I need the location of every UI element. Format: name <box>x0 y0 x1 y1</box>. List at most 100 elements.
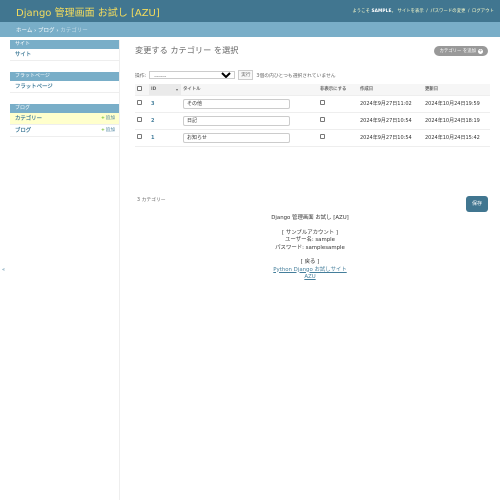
sidebar-item-blogs[interactable]: ブログ +追加 <box>10 125 119 137</box>
sidebar-item-label[interactable]: フラットページ <box>15 81 53 92</box>
row-created: 2024年9月27日10:54 <box>358 112 423 130</box>
row-title-cell: 日記 <box>181 112 318 130</box>
module-header-blog[interactable]: ブログ <box>10 104 119 113</box>
row-title-cell: お知らせ <box>181 129 318 147</box>
breadcrumb: ホーム › ブログ › カテゴリー <box>0 22 500 37</box>
table-row: 3 その他 2024年9月27日11:02 2024年10月24日19:59 <box>135 95 490 113</box>
row-created: 2024年9月27日10:54 <box>358 129 423 147</box>
breadcrumb-app[interactable]: ブログ <box>38 28 55 34</box>
add-blog-link[interactable]: +追加 <box>101 125 115 136</box>
result-count: 3 カテゴリー <box>137 198 166 203</box>
column-header-updated[interactable]: 更新日 <box>423 84 490 96</box>
add-category-button[interactable]: カテゴリー を追加 + <box>434 46 488 56</box>
add-button-label: カテゴリー を追加 <box>439 49 476 54</box>
footer-title: Django 管理画面 お試し [AZU] <box>271 215 349 221</box>
module-header-sites[interactable]: サイト <box>10 40 119 49</box>
sidebar-item-categories[interactable]: カテゴリー +追加 <box>10 113 119 125</box>
username: SAMPLE <box>371 9 392 14</box>
separator: / <box>426 9 428 14</box>
sidebar-item-label[interactable]: ブログ <box>15 125 31 136</box>
hidden-checkbox[interactable] <box>320 117 325 122</box>
row-checkbox[interactable] <box>137 134 142 139</box>
site-branding[interactable]: Django 管理画面 お試し [AZU] <box>16 4 160 19</box>
footer-link-azu[interactable]: AZU <box>304 274 315 280</box>
row-checkbox[interactable] <box>137 117 142 122</box>
table-header-row: ID ▾ タイトル 非表示にする 作成日 更新日 <box>135 84 490 96</box>
separator: / <box>467 9 470 14</box>
footer-back: [ 戻る ] <box>300 259 320 265</box>
welcome-text: ようこそ <box>352 9 370 14</box>
row-hidden-cell <box>318 112 358 130</box>
breadcrumb-separator: › <box>56 28 59 34</box>
sidebar-item-label[interactable]: サイト <box>15 49 31 60</box>
actions-bar: 操作: --------- 実行 3個の内ひとつも選択されていません <box>135 70 336 80</box>
actions-label: 操作: <box>135 73 147 79</box>
sidebar-toggle-icon[interactable]: « <box>2 267 5 273</box>
sidebar: サイト サイト フラットページ フラットページ ブログ カテゴリー +追加 ブロ… <box>10 40 120 500</box>
footer-username: ユーザー名: sample <box>285 237 335 243</box>
actions-select[interactable]: --------- <box>149 71 236 79</box>
select-all-header <box>135 84 149 96</box>
result-list: ID ▾ タイトル 非表示にする 作成日 更新日 3 その他 2024年9月27日… <box>135 84 490 147</box>
plus-icon: + <box>100 116 105 121</box>
row-select-cell <box>135 129 149 147</box>
table-row: 2 日記 2024年9月27日10:54 2024年10月24日18:19 <box>135 112 490 130</box>
change-password-link[interactable]: パスワードの変更 <box>430 9 465 14</box>
module-blog: ブログ カテゴリー +追加 ブログ +追加 <box>10 104 119 137</box>
welcome-suffix: 。 <box>391 9 396 14</box>
breadcrumb-home[interactable]: ホーム <box>16 28 32 34</box>
sidebar-item-label[interactable]: カテゴリー <box>15 113 42 124</box>
sidebar-item-flatpages[interactable]: フラットページ <box>10 81 119 93</box>
hidden-checkbox[interactable] <box>320 134 325 139</box>
main-content: 変更する カテゴリー を選択 カテゴリー を追加 + 操作: --------- … <box>135 44 490 212</box>
column-header-created[interactable]: 作成日 <box>358 84 423 96</box>
row-select-cell <box>135 112 149 130</box>
column-header-id[interactable]: ID ▾ <box>149 84 181 96</box>
logout-link[interactable]: ログアウト <box>472 9 494 14</box>
column-header-title[interactable]: タイトル <box>181 84 318 96</box>
row-updated: 2024年10月24日19:59 <box>423 95 490 113</box>
column-label: ID <box>151 86 157 92</box>
row-checkbox[interactable] <box>137 100 142 105</box>
select-all-checkbox[interactable] <box>137 85 142 91</box>
user-tools: ようこそ SAMPLE。 サイトを表示 / パスワードの変更 / ログアウト <box>352 8 494 14</box>
footer-password: パスワード: samplesample <box>275 244 345 251</box>
row-hidden-cell <box>318 129 358 147</box>
add-category-link[interactable]: +追加 <box>101 113 115 124</box>
footer-link-site[interactable]: Python Django お試しサイト <box>273 267 346 273</box>
selection-counter: 3個の内ひとつも選択されていません <box>256 73 336 79</box>
title-input[interactable]: 日記 <box>183 115 290 126</box>
row-id-link[interactable]: 1 <box>149 129 181 147</box>
plus-icon: + <box>478 48 483 54</box>
table-row: 1 お知らせ 2024年9月27日10:54 2024年10月24日15:42 <box>135 129 490 147</box>
add-label: 追加 <box>105 128 115 133</box>
row-select-cell <box>135 95 149 113</box>
hidden-checkbox[interactable] <box>320 100 325 105</box>
plus-icon: + <box>100 128 105 133</box>
go-button[interactable]: 実行 <box>238 70 254 80</box>
row-id-link[interactable]: 2 <box>149 112 181 130</box>
row-updated: 2024年10月24日18:19 <box>423 112 490 130</box>
row-created: 2024年9月27日11:02 <box>358 95 423 113</box>
module-sites: サイト サイト <box>10 40 119 61</box>
row-id-link[interactable]: 3 <box>149 95 181 113</box>
module-flatpages: フラットページ フラットページ <box>10 72 119 93</box>
breadcrumb-current: カテゴリー <box>60 28 88 34</box>
title-input[interactable]: お知らせ <box>183 132 290 143</box>
sidebar-item-sites[interactable]: サイト <box>10 49 119 61</box>
save-button[interactable]: 保存 <box>466 196 488 212</box>
sort-icon[interactable]: ▾ <box>176 87 178 92</box>
row-updated: 2024年10月24日15:42 <box>423 129 490 147</box>
column-header-hidden[interactable]: 非表示にする <box>318 84 358 96</box>
breadcrumb-separator: › <box>34 28 37 34</box>
row-title-cell: その他 <box>181 95 318 113</box>
footer-sample-account: [ サンプルアカウント ] <box>282 229 338 236</box>
view-site-link[interactable]: サイトを表示 <box>397 9 423 14</box>
title-input[interactable]: その他 <box>183 98 290 109</box>
add-label: 追加 <box>105 116 115 121</box>
module-header-flatpages[interactable]: フラットページ <box>10 72 119 81</box>
header: Django 管理画面 お試し [AZU] ようこそ SAMPLE。 サイトを表… <box>0 0 500 22</box>
footer: Django 管理画面 お試し [AZU] [ サンプルアカウント ] ユーザー… <box>120 215 500 282</box>
